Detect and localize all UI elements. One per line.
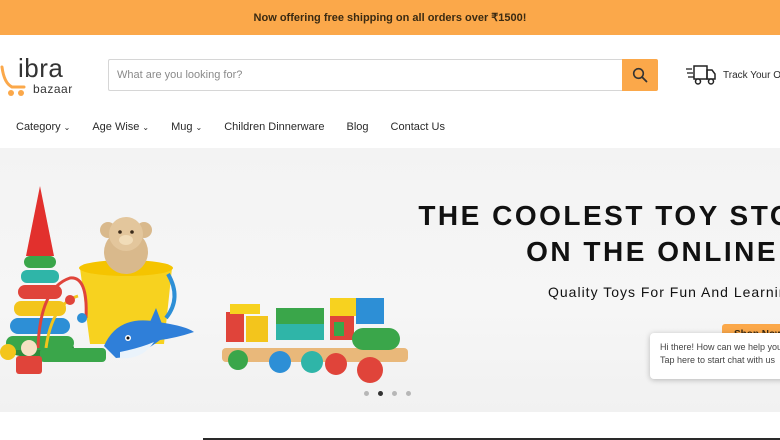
search-input[interactable] xyxy=(108,59,622,91)
nav-item-mug[interactable]: Mug ⌄ xyxy=(171,121,202,133)
search-bar xyxy=(108,59,658,91)
toys-illustration xyxy=(0,186,408,383)
logo-wordmark: ibra xyxy=(18,53,64,83)
chat-greeting: Hi there! How can we help you? xyxy=(660,342,780,352)
slider-dot[interactable] xyxy=(392,391,397,396)
hero-title-line-1: THE COOLEST TOY STORE xyxy=(418,200,780,231)
slider-dot[interactable] xyxy=(364,391,369,396)
nav-item-label: Children Dinnerware xyxy=(224,121,325,133)
announcement-bar: Now offering free shipping on all orders… xyxy=(0,0,780,35)
nav-item-category[interactable]: Category ⌄ xyxy=(16,121,70,133)
nav-item-blog[interactable]: Blog xyxy=(347,121,369,133)
search-button[interactable] xyxy=(622,59,658,91)
hero-subtitle: Quality Toys For Fun And Learning xyxy=(548,284,780,300)
chat-popup[interactable]: Hi there! How can we help you? Tap here … xyxy=(650,333,780,379)
site-logo[interactable]: ibra bazaar xyxy=(0,53,82,101)
track-order-link[interactable]: Track Your Order xyxy=(686,63,780,87)
main-nav: Category ⌄ Age Wise ⌄ Mug ⌄ Children Din… xyxy=(16,115,467,139)
nav-item-children-dinnerware[interactable]: Children Dinnerware xyxy=(224,121,324,133)
track-order-label: Track Your Order xyxy=(723,69,780,81)
page-bottom xyxy=(0,412,780,440)
nav-item-label: Category xyxy=(16,121,61,133)
chevron-down-icon: ⌄ xyxy=(63,122,71,132)
hero-title-line-2: ON THE ONLINE xyxy=(526,236,778,267)
chevron-down-icon: ⌄ xyxy=(142,122,150,132)
slider-dot-active[interactable] xyxy=(378,391,383,396)
chat-prompt: Tap here to start chat with us xyxy=(660,355,776,365)
nav-item-age-wise[interactable]: Age Wise ⌄ xyxy=(92,121,149,133)
nav-item-label: Age Wise xyxy=(92,121,140,133)
nav-item-label: Contact Us xyxy=(390,121,445,133)
nav-item-contact-us[interactable]: Contact Us xyxy=(391,121,445,133)
slider-dot[interactable] xyxy=(406,391,411,396)
truck-icon xyxy=(686,65,716,85)
chevron-down-icon: ⌄ xyxy=(195,122,203,132)
nav-item-label: Blog xyxy=(346,121,369,133)
nav-item-label: Mug xyxy=(171,121,193,133)
hero-title: THE COOLEST TOY STORE ON THE ONLINE xyxy=(408,198,780,270)
announcement-text: Now offering free shipping on all orders… xyxy=(253,12,527,24)
search-icon xyxy=(632,67,648,83)
logo-subtext: bazaar xyxy=(33,82,73,96)
site-header: ibra bazaar Track Your Order xyxy=(0,35,780,115)
slider-dots xyxy=(364,391,411,396)
